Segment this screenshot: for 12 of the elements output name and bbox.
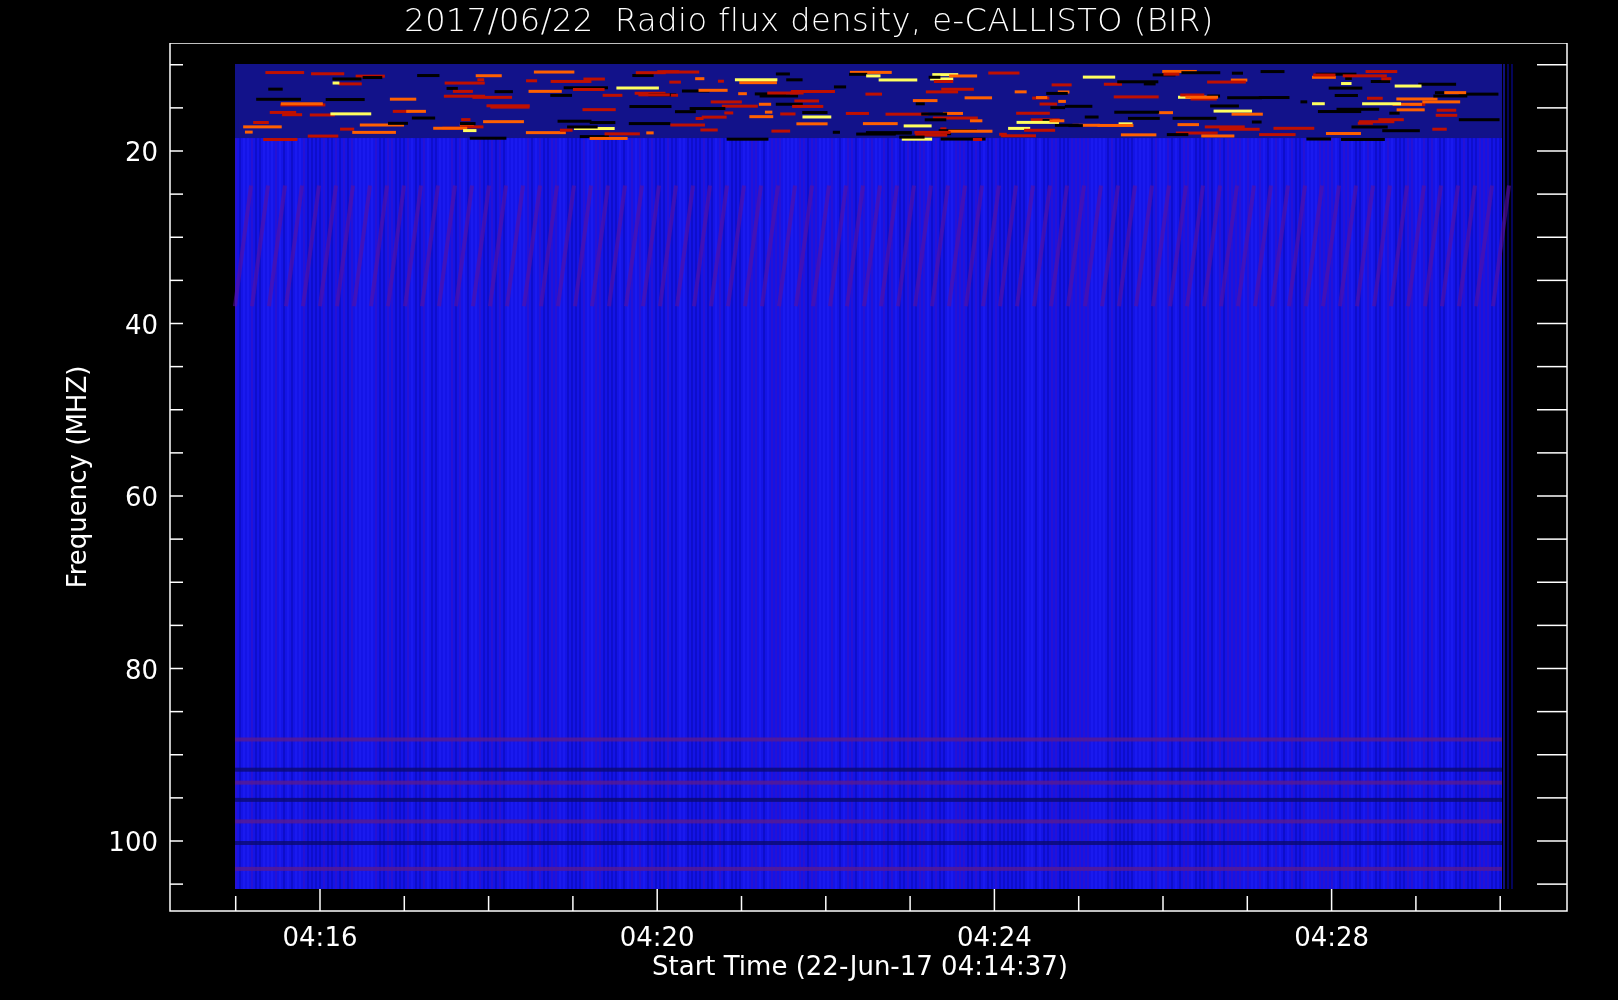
tick-label: 40 xyxy=(124,309,158,340)
chart-title: 2017/06/22 Radio flux density, e-CALLISTO (BIR) xyxy=(404,0,1214,41)
tick-label: 80 xyxy=(124,654,158,685)
tick-label: 20 xyxy=(124,137,158,167)
tick-label: 04:16 xyxy=(282,922,358,952)
tick-label: 04:20 xyxy=(619,922,695,952)
axis-label: Frequency (MHZ) xyxy=(62,365,92,589)
axis-label: Start Time (22-Jun-17 04:14:37) xyxy=(652,951,1068,981)
tick-label: 04:28 xyxy=(1294,922,1370,952)
tick-label: 60 xyxy=(124,482,158,512)
tick-label: 100 xyxy=(108,827,158,857)
tick-label: 04:24 xyxy=(956,922,1032,952)
